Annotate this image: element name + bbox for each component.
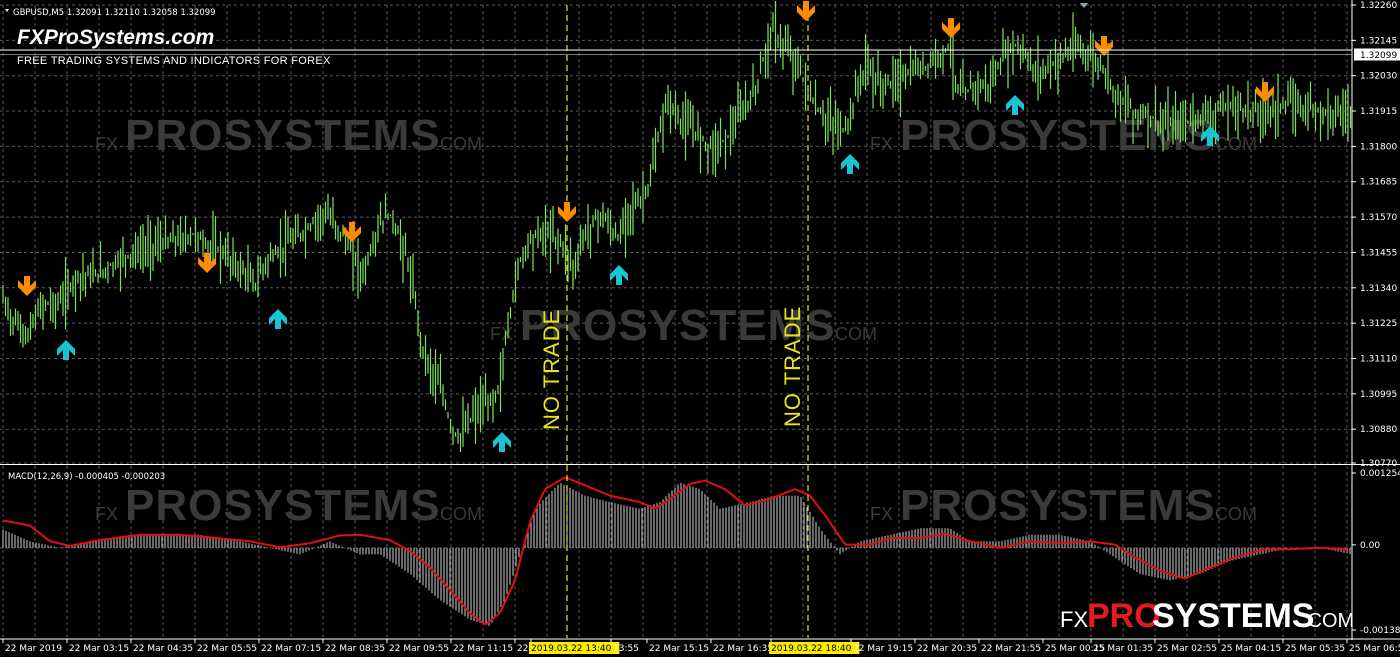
x-tick-label: 22 Mar 09:55 (389, 644, 449, 654)
x-tick-label: 25 Mar 05:35 (1285, 644, 1345, 654)
x-tick-label: 25 Mar 01:35 (1093, 644, 1153, 654)
y-tick-label: 1.31570 (1360, 213, 1397, 223)
y-tick-label: 1.32145 (1360, 36, 1397, 46)
current-price-label: 1.32099 (1360, 51, 1397, 61)
watermark-com: .COM (830, 324, 877, 344)
x-tick-label: 22 Mar 15:15 (649, 644, 709, 654)
price-bars (2, 0, 1352, 452)
sell-arrow-icon (942, 18, 960, 38)
watermark-fx: FX (95, 134, 118, 154)
watermark-com: .COM (1210, 504, 1257, 524)
y-tick-label: 1.31225 (1360, 319, 1397, 329)
y-tick-label: 1.32030 (1360, 72, 1397, 82)
x-tick-label: 25 Mar 04:15 (1221, 644, 1281, 654)
y-tick-label: 1.30995 (1360, 390, 1397, 400)
x-tick-label: 22 (517, 644, 528, 654)
fxprosystems-logo: FX PRO SYSTEMS .COM (1060, 597, 1354, 635)
macd-header: MACD(12,26,9) -0.000405 -0.000203 (8, 472, 165, 482)
y-tick-label: 1.30770 (1360, 459, 1397, 469)
chart-canvas[interactable]: FX PROSYSTEMS.COMFX PROSYSTEMS.COMFX PROSYS… (0, 0, 1400, 657)
sell-arrow-icon (1095, 36, 1113, 56)
x-tick-label: 22 Mar 03:15 (69, 644, 129, 654)
sell-arrow-icon (1256, 82, 1274, 102)
macd-y-tick-label: 0.001254 (1360, 469, 1400, 479)
watermark-fx: FX (870, 134, 893, 154)
x-tick-label: 22 Mar 21:55 (981, 644, 1041, 654)
buy-arrow-icon (57, 340, 75, 360)
watermark-fx: FX (95, 504, 118, 524)
y-tick-label: 1.31685 (1360, 178, 1397, 188)
logo-fx: FX (1060, 607, 1088, 632)
x-tick-label: 2019.03.22 13:40 (531, 644, 612, 654)
y-tick-label: 1.32260 (1360, 1, 1397, 11)
x-tick-label: 22 Mar 11:15 (453, 644, 513, 654)
buy-arrow-icon (610, 265, 628, 285)
y-tick-label: 1.31800 (1360, 142, 1397, 152)
y-tick-label: 1.31110 (1360, 354, 1397, 364)
watermark-prosystems: PROSYSTEMS (125, 111, 441, 160)
x-tick-label: 22 Mar 19:15 (853, 644, 913, 654)
x-tick-label: 25 Mar 02:55 (1157, 644, 1217, 654)
trading-chart-window: FX PROSYSTEMS .COM FX PROSYSTEMS .COM FX PROSYS… (0, 0, 1400, 657)
buy-arrow-icon (269, 309, 287, 329)
symbol-header: GBPUSD,M5 1.32091 1.32110 1.32058 1.3209… (13, 8, 216, 18)
watermark-prosystems: PROSYSTEMS (900, 481, 1216, 530)
brand-title: FXProSystems.com (17, 26, 214, 49)
x-tick-label: 22 Mar 07:15 (261, 644, 321, 654)
collapse-triangle-icon[interactable] (5, 9, 9, 12)
x-tick-label: 2019.03.22 18:40 (771, 644, 852, 654)
no-trade-label: NO TRADE (539, 309, 564, 430)
sell-arrow-icon (558, 202, 576, 222)
sell-arrow-icon (797, 1, 815, 21)
x-tick-label: 22 Mar 2019 (5, 644, 62, 654)
watermark-com: .COM (435, 504, 482, 524)
sell-arrow-icon (18, 276, 36, 296)
x-tick-label: 22 Mar 16:35 (713, 644, 773, 654)
watermark-fx: FX (870, 504, 893, 524)
x-tick-label: 22 Mar 05:55 (197, 644, 257, 654)
y-tick-label: 1.31340 (1360, 284, 1397, 294)
x-tick-label: 22 Mar 04:35 (133, 644, 193, 654)
x-tick-label: 25 Mar 06:55 (1349, 644, 1400, 654)
y-tick-label: 1.31915 (1360, 107, 1397, 117)
buy-arrow-icon (841, 154, 859, 174)
logo-systems: SYSTEMS (1152, 597, 1314, 635)
x-tick-label: 22 Mar 08:35 (325, 644, 385, 654)
macd-y-tick-label: -0.001381 (1360, 626, 1400, 636)
watermark-fx: FX (490, 324, 513, 344)
brand-subtitle: FREE TRADING SYSTEMS AND INDICATORS FOR … (17, 55, 331, 67)
watermark-prosystems: PROSYSTEMS (125, 481, 441, 530)
buy-arrow-icon (493, 432, 511, 452)
x-tick-label: 22 Mar 20:35 (917, 644, 977, 654)
y-tick-label: 1.31455 (1360, 248, 1397, 258)
logo-com: .COM (1302, 610, 1354, 632)
x-tick-label: 13:55 (613, 644, 639, 654)
y-tick-label: 1.30880 (1360, 425, 1397, 435)
watermark-com: .COM (435, 134, 482, 154)
macd-y-tick-label: 0.00 (1360, 541, 1380, 551)
logo-pro: PRO (1087, 597, 1161, 635)
no-trade-label: NO TRADE (780, 306, 805, 427)
